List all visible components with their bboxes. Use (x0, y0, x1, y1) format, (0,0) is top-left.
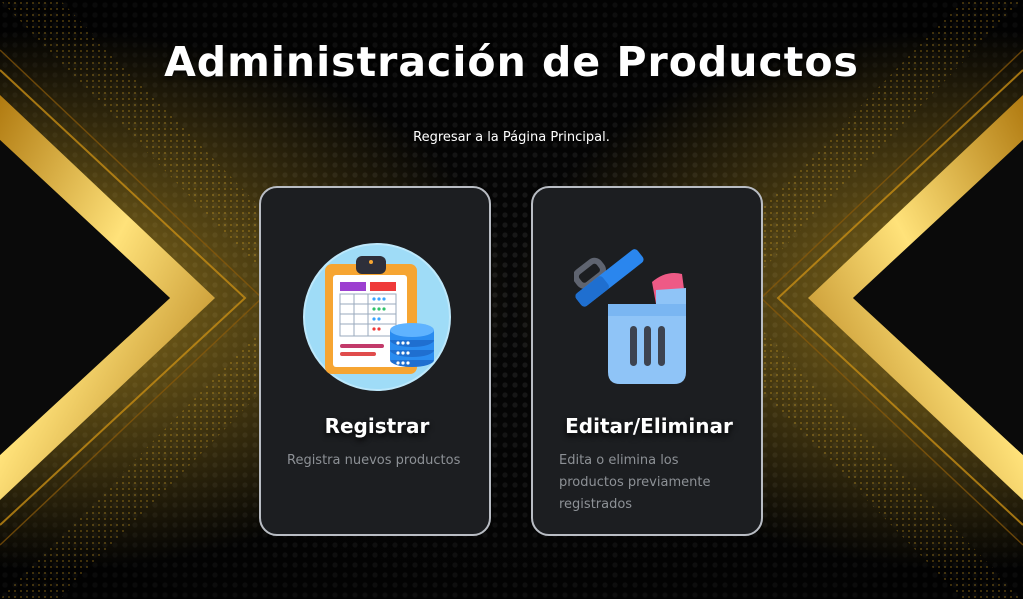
card-title: Editar/Eliminar (565, 414, 733, 438)
card-registrar[interactable]: Registrar Registra nuevos productos (259, 186, 491, 536)
page-title: Administración de Productos (164, 38, 859, 86)
back-to-home-link[interactable]: Regresar a la Página Principal. (0, 130, 1023, 145)
card-description: Edita o elimina los productos previament… (559, 453, 711, 512)
clipboard-database-icon (303, 243, 451, 391)
card-title: Registrar (324, 414, 430, 438)
page-content: Administración de Productos Regresar a l… (0, 0, 1023, 599)
trash-can-icon (574, 249, 686, 384)
card-description: Registra nuevos productos (287, 453, 461, 468)
card-editar-eliminar[interactable]: Editar/Eliminar Edita o elimina los prod… (531, 186, 763, 536)
